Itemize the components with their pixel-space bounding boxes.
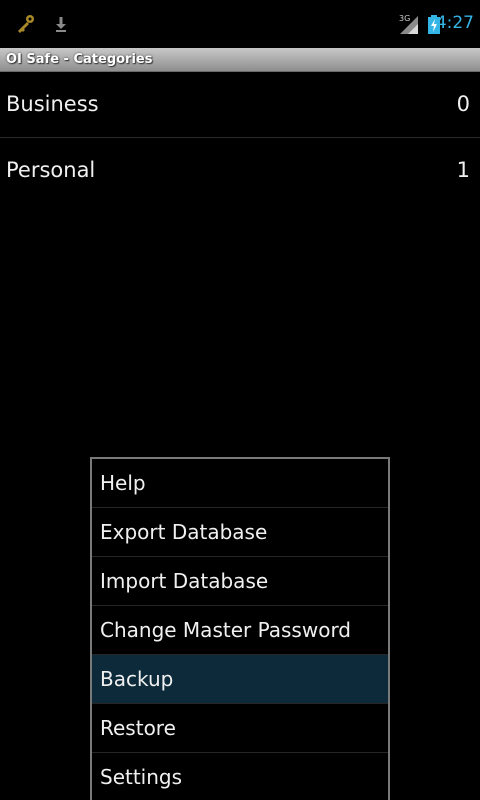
menu-item-label: Restore: [100, 716, 176, 740]
clock: 4:27: [435, 13, 474, 33]
menu-item-backup[interactable]: Backup: [92, 655, 388, 704]
screen: 3G 4:27 OI Safe - Categories Business 0 …: [0, 0, 480, 800]
options-menu: Help Export Database Import Database Cha…: [90, 457, 390, 800]
key-icon: [14, 12, 38, 36]
title-bar: OI Safe - Categories: [0, 48, 480, 72]
category-list: Business 0 Personal 1: [0, 72, 480, 203]
signal-icon: [398, 12, 422, 36]
menu-item-help[interactable]: Help: [92, 459, 388, 508]
download-icon: [49, 12, 73, 36]
menu-item-restore[interactable]: Restore: [92, 704, 388, 753]
menu-item-label: Backup: [100, 667, 174, 691]
category-name: Personal: [6, 158, 96, 182]
category-count: 1: [456, 158, 470, 182]
category-row-personal[interactable]: Personal 1: [0, 138, 480, 203]
menu-item-settings[interactable]: Settings: [92, 753, 388, 800]
category-count: 0: [456, 92, 470, 116]
category-row-business[interactable]: Business 0: [0, 72, 480, 138]
menu-item-label: Export Database: [100, 520, 268, 544]
menu-item-export-database[interactable]: Export Database: [92, 508, 388, 557]
menu-item-label: Settings: [100, 765, 183, 789]
menu-item-label: Import Database: [100, 569, 269, 593]
category-name: Business: [6, 92, 99, 116]
menu-item-label: Change Master Password: [100, 618, 352, 642]
menu-item-change-master-password[interactable]: Change Master Password: [92, 606, 388, 655]
menu-item-import-database[interactable]: Import Database: [92, 557, 388, 606]
status-bar: 3G 4:27: [0, 0, 480, 48]
page-title: OI Safe - Categories: [6, 52, 153, 67]
menu-item-label: Help: [100, 471, 146, 495]
